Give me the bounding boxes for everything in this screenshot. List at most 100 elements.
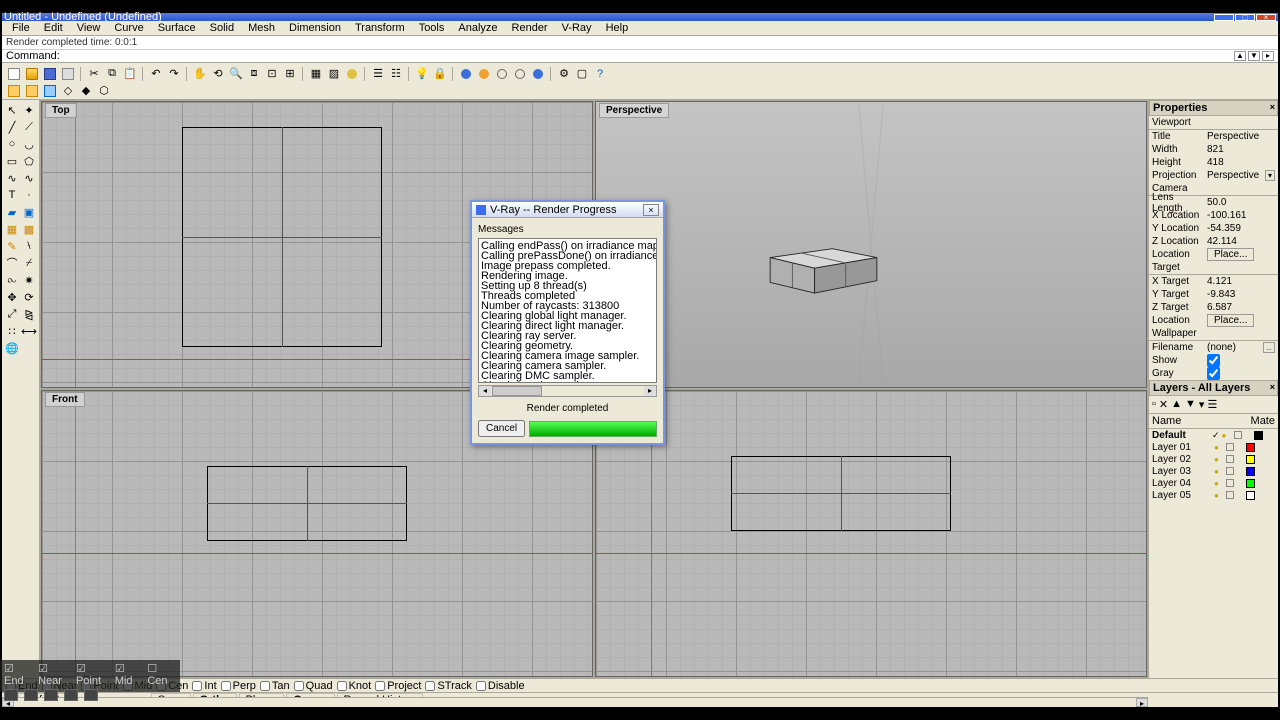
dialog-close-button[interactable]: × (643, 204, 659, 216)
menu-analyze[interactable]: Analyze (452, 21, 503, 35)
layer-row[interactable]: Layer 03● (1149, 465, 1278, 477)
vray-globe-icon[interactable] (530, 66, 546, 82)
split-icon[interactable]: ⌿ (21, 255, 37, 271)
vray-circ1-icon[interactable] (494, 66, 510, 82)
gear-icon[interactable]: ⚙ (556, 66, 572, 82)
solid-icon[interactable]: ▣ (21, 204, 37, 220)
menu-help[interactable]: Help (600, 21, 635, 35)
scale-icon[interactable]: ⤢ (4, 306, 20, 322)
menu-solid[interactable]: Solid (204, 21, 240, 35)
messages-box[interactable]: Calling endPass() on irradiance mapsCall… (478, 238, 657, 383)
osnap-tan[interactable]: Tan (260, 680, 290, 692)
menu-tools[interactable]: Tools (413, 21, 451, 35)
layer-row[interactable]: Layer 01● (1149, 441, 1278, 453)
zoom-sel-icon[interactable]: ⊞ (282, 66, 298, 82)
osnap-strack[interactable]: STrack (425, 680, 471, 692)
show-checkbox[interactable] (1207, 354, 1220, 367)
lock-icon[interactable]: 🔒 (432, 66, 448, 82)
cplane4-icon[interactable]: ◇ (60, 83, 76, 99)
close-button[interactable]: × (1256, 14, 1276, 21)
gray-checkbox[interactable] (1207, 367, 1220, 380)
overlay-btn[interactable] (24, 689, 38, 701)
osnap-knot[interactable]: Knot (337, 680, 372, 692)
scroll-right-icon[interactable]: ▸ (1136, 698, 1148, 707)
mesh2-icon[interactable]: ▩ (21, 221, 37, 237)
explode-icon[interactable]: ✷ (21, 272, 37, 288)
fillet-icon[interactable]: ⌒ (4, 255, 20, 271)
shaded-icon[interactable]: ▨ (326, 66, 342, 82)
menu-view[interactable]: View (71, 21, 107, 35)
cmd-scroll-up-icon[interactable]: ▲ (1234, 51, 1246, 61)
world-icon[interactable]: 🌐 (4, 340, 20, 356)
layers-icon[interactable]: ☰ (370, 66, 386, 82)
maximize-button[interactable]: □ (1235, 14, 1255, 21)
properties-header[interactable]: Properties× (1149, 100, 1278, 116)
dim-icon[interactable]: ⟷ (21, 323, 37, 339)
polygon-icon[interactable]: ⬠ (21, 153, 37, 169)
menu-dimension[interactable]: Dimension (283, 21, 347, 35)
osnap-quad[interactable]: Quad (294, 680, 333, 692)
arc-icon[interactable]: ◡ (21, 136, 37, 152)
cmd-options-icon[interactable]: ▸ (1262, 51, 1274, 61)
edit-icon[interactable]: ✎ (4, 238, 20, 254)
overlay-btn[interactable] (44, 689, 58, 701)
cut-icon[interactable]: ✂ (86, 66, 102, 82)
rotate-icon[interactable]: ⟲ (210, 66, 226, 82)
curve-icon[interactable]: ∿ (4, 170, 20, 186)
layers-header[interactable]: Layers - All Layers× (1149, 380, 1278, 396)
layer-row[interactable]: Layer 04● (1149, 477, 1278, 489)
copy-icon[interactable]: ⧉ (104, 66, 120, 82)
viewport-right[interactable] (595, 390, 1147, 677)
place-target-button[interactable]: Place... (1207, 314, 1254, 327)
vray-circ2-icon[interactable] (512, 66, 528, 82)
menu-file[interactable]: File (6, 21, 36, 35)
help-icon[interactable]: ? (592, 66, 608, 82)
viewport-label[interactable]: Front (45, 392, 85, 407)
menu-mesh[interactable]: Mesh (242, 21, 281, 35)
circle-icon[interactable]: ○ (4, 136, 20, 152)
layer-tools-icon[interactable]: ☰ (1207, 398, 1217, 411)
light-icon[interactable]: 💡 (414, 66, 430, 82)
paste-icon[interactable]: 📋 (122, 66, 138, 82)
layer-down-icon[interactable]: ▼ (1185, 398, 1196, 411)
cmd-scroll-down-icon[interactable]: ▼ (1248, 51, 1260, 61)
place-camera-button[interactable]: Place... (1207, 248, 1254, 261)
wireframe-icon[interactable]: ▦ (308, 66, 324, 82)
osnap-int[interactable]: Int (192, 680, 216, 692)
cplane2-icon[interactable] (24, 83, 40, 99)
layer-row[interactable]: Layer 02● (1149, 453, 1278, 465)
box-icon[interactable]: ▢ (574, 66, 590, 82)
array-icon[interactable]: ∷ (4, 323, 20, 339)
pointer-icon[interactable]: ↖ (4, 102, 20, 118)
save-icon[interactable] (42, 66, 58, 82)
curve2-icon[interactable]: ∿ (21, 170, 37, 186)
menu-curve[interactable]: Curve (108, 21, 149, 35)
point-icon[interactable]: · (21, 187, 37, 203)
osnap-project[interactable]: Project (375, 680, 421, 692)
cplane5-icon[interactable]: ◆ (78, 83, 94, 99)
surf-icon[interactable]: ▰ (4, 204, 20, 220)
command-prompt[interactable]: Command: ▲▼▸ (2, 50, 1278, 62)
overlay-btn[interactable] (84, 689, 98, 701)
osnap-disable[interactable]: Disable (476, 680, 525, 692)
layer-del-icon[interactable]: ✕ (1159, 398, 1168, 411)
layer-up-icon[interactable]: ▲ (1171, 398, 1182, 411)
vray-orange-icon[interactable] (476, 66, 492, 82)
messages-hscroll[interactable]: ◂▸ (478, 385, 657, 397)
print-icon[interactable] (60, 66, 76, 82)
cplane6-icon[interactable]: ⬡ (96, 83, 112, 99)
rendered-icon[interactable] (344, 66, 360, 82)
rect-icon[interactable]: ▭ (4, 153, 20, 169)
close-icon[interactable]: × (1270, 382, 1275, 392)
vray-blue-icon[interactable] (458, 66, 474, 82)
menu-vray[interactable]: V-Ray (556, 21, 598, 35)
move-icon[interactable]: ✥ (4, 289, 20, 305)
viewport-label[interactable]: Top (45, 103, 77, 118)
close-icon[interactable]: × (1270, 102, 1275, 112)
zoom-window-icon[interactable]: ⧈ (246, 66, 262, 82)
layer-new-icon[interactable]: ▫ (1152, 398, 1156, 411)
properties-icon[interactable]: ☷ (388, 66, 404, 82)
mirror-icon[interactable]: ⧎ (21, 306, 37, 322)
trim-icon[interactable]: ⧷ (21, 238, 37, 254)
layer-row[interactable]: Layer 05● (1149, 489, 1278, 501)
